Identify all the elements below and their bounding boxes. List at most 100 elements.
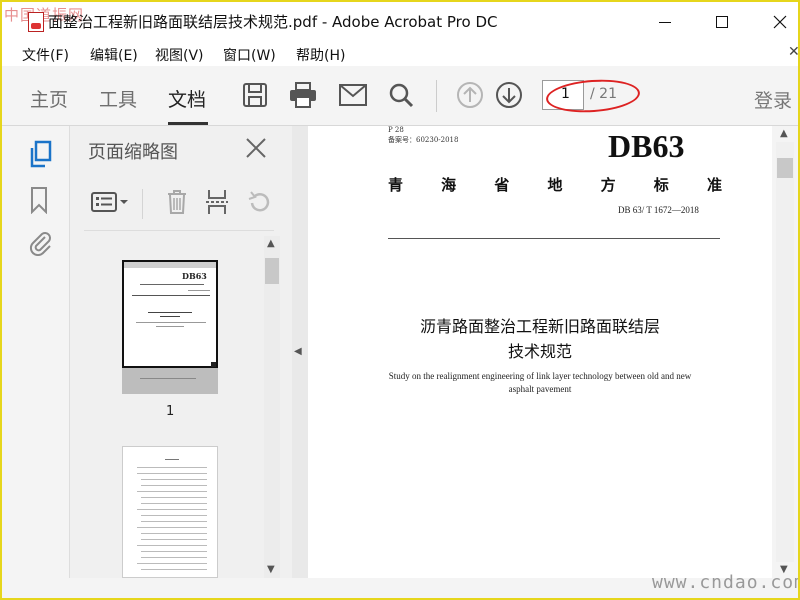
- envelope-icon: [339, 84, 367, 106]
- title-bar: 中国道振网 面整治工程新旧路面联结层技术规范.pdf - Adobe Acrob…: [2, 2, 798, 42]
- menu-file[interactable]: 文件(F): [22, 45, 69, 65]
- login-link[interactable]: 登录: [754, 86, 792, 113]
- category-char: 地: [547, 176, 563, 194]
- document-page: P 28 备案号：60230-2018 DB63 青 海 省 地 方 标 准 D…: [308, 126, 772, 578]
- split-page-icon: [206, 190, 228, 214]
- save-button[interactable]: [240, 80, 270, 110]
- list-options-icon: [91, 192, 128, 212]
- thumb-text-line: [141, 557, 207, 558]
- scroll-up-icon[interactable]: ▲: [780, 128, 788, 139]
- close-icon: [246, 138, 266, 158]
- search-button[interactable]: [386, 80, 416, 110]
- page-thumbnail-2[interactable]: [122, 446, 218, 578]
- title-line: 技术规范: [507, 342, 572, 361]
- collapse-panel-icon[interactable]: ◀: [294, 346, 302, 357]
- thumbnail-page-number: 1: [166, 404, 175, 419]
- thumbnail-selection-frame: [122, 260, 218, 368]
- english-title: Study on the realignment engineering of …: [308, 370, 772, 396]
- category-char: 省: [494, 176, 510, 194]
- menu-bar: 文件(F) 编辑(E) 视图(V) 窗口(W) 帮助(H) ✕: [2, 42, 798, 66]
- menu-edit[interactable]: 编辑(E): [90, 45, 138, 65]
- menu-window[interactable]: 窗口(W): [223, 45, 276, 65]
- close-button[interactable]: [765, 10, 795, 34]
- print-icon: [290, 82, 316, 108]
- category-char: 标: [653, 176, 669, 194]
- thumbnails-panel: 页面缩略图 DB63 1 ▲ ▼: [70, 126, 292, 578]
- active-tab-indicator: [168, 122, 208, 125]
- db-code: DB63: [608, 128, 685, 164]
- thumb-text-line: [140, 378, 196, 379]
- scrollbar-track: [264, 236, 280, 578]
- page-thumbnails-tool[interactable]: [28, 140, 54, 168]
- trash-icon: [168, 190, 186, 214]
- category-char: 海: [441, 176, 457, 194]
- thumbnail-resize-handle[interactable]: [211, 362, 216, 367]
- copy-pages-icon: [30, 140, 52, 168]
- panel-close-button[interactable]: [244, 136, 268, 160]
- thumbnail-scrollbar[interactable]: ▲ ▼: [264, 236, 280, 578]
- thumb-text-line: [137, 563, 207, 564]
- maximize-button[interactable]: [707, 10, 737, 34]
- tab-tools[interactable]: 工具: [99, 85, 137, 112]
- thumb-text-line: [141, 485, 207, 486]
- menu-help[interactable]: 帮助(H): [296, 45, 345, 65]
- scroll-down-icon[interactable]: ▼: [267, 564, 275, 575]
- watermark-bottom-right: www.cndao.com: [652, 572, 800, 593]
- thumb-text-line: [137, 527, 207, 528]
- thumb-text-line: [141, 479, 207, 480]
- thumb-text-line: [165, 459, 179, 460]
- toolbar-separator: [436, 80, 437, 112]
- delete-page-button[interactable]: [164, 187, 190, 217]
- document-scrollbar[interactable]: ▲ ▼: [772, 126, 798, 578]
- header-rule: [388, 238, 720, 239]
- rotate-icon: [248, 191, 270, 212]
- thumb-text-line: [141, 551, 207, 552]
- menu-view[interactable]: 视图(V): [155, 45, 204, 65]
- menubar-close-icon[interactable]: ✕: [788, 44, 798, 60]
- save-icon: [243, 83, 267, 107]
- rotate-page-button[interactable]: [246, 187, 272, 217]
- app-window: 中国道振网 面整治工程新旧路面联结层技术规范.pdf - Adobe Acrob…: [0, 0, 800, 600]
- next-page-button[interactable]: [494, 80, 524, 110]
- email-button[interactable]: [338, 80, 368, 110]
- english-title-line: asphalt pavement: [508, 384, 572, 394]
- paperclip-icon: [29, 232, 51, 257]
- crop-page-button[interactable]: [204, 187, 230, 217]
- thumb-text-line: [141, 533, 207, 534]
- arrow-down-circle-icon: [496, 82, 522, 108]
- attachments-tool[interactable]: [28, 230, 54, 257]
- thumb-footer-strip: [122, 368, 218, 394]
- previous-page-button[interactable]: [455, 80, 485, 110]
- arrow-up-circle-icon: [457, 82, 483, 108]
- record-number: 备案号：60230-2018: [388, 136, 459, 144]
- scrollbar-thumb[interactable]: [777, 158, 793, 178]
- scrollbar-thumb[interactable]: [265, 258, 279, 284]
- english-title-line: Study on the realignment engineering of …: [388, 371, 692, 381]
- tab-home[interactable]: 主页: [30, 85, 68, 112]
- panel-toolbar-separator: [142, 189, 143, 219]
- tab-document[interactable]: 文档: [168, 85, 206, 112]
- options-menu-button[interactable]: [90, 187, 130, 217]
- scroll-up-icon[interactable]: ▲: [267, 238, 275, 249]
- thumb-text-line: [141, 569, 207, 570]
- category-char: 准: [706, 176, 722, 194]
- minimize-button[interactable]: [650, 10, 680, 34]
- left-nav-rail: [2, 126, 70, 598]
- print-button[interactable]: [288, 80, 318, 110]
- minimize-icon: [659, 21, 671, 23]
- thumb-text-line: [137, 491, 207, 492]
- category-char: 方: [600, 176, 616, 194]
- document-view: P 28 备案号：60230-2018 DB63 青 海 省 地 方 标 准 D…: [292, 126, 772, 578]
- maximize-icon: [716, 16, 728, 28]
- category-char: 青: [388, 176, 404, 194]
- thumb-text-line: [141, 539, 207, 540]
- title-line: 沥青路面整治工程新旧路面联结层: [419, 317, 660, 336]
- thumb-text-line: [137, 509, 207, 510]
- thumb-text-line: [141, 497, 207, 498]
- panel-toolbar: [70, 178, 292, 226]
- document-title: 沥青路面整治工程新旧路面联结层 技术规范: [308, 314, 772, 364]
- page-thumbnail-1[interactable]: DB63: [122, 260, 218, 394]
- panel-title: 页面缩略图: [88, 142, 178, 163]
- bookmarks-tool[interactable]: [28, 186, 54, 215]
- thumb-text-line: [137, 545, 207, 546]
